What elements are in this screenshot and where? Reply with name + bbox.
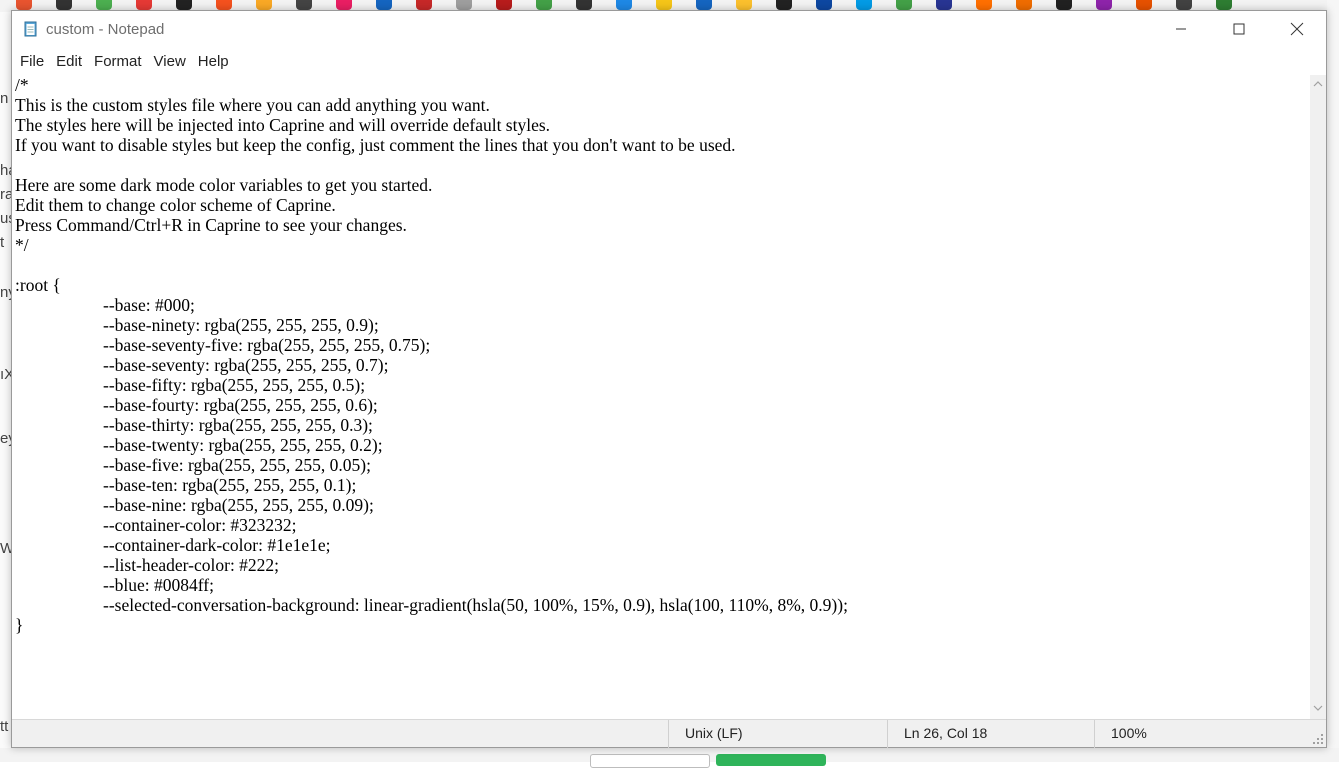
notepad-icon [24,21,37,37]
editor-line: */ [15,235,29,255]
menu-view[interactable]: View [150,53,190,70]
editor-line: --base-seventy: rgba(255, 255, 255, 0.7)… [103,355,389,375]
editor-line: Press Command/Ctrl+R in Caprine to see y… [15,215,407,235]
editor-line: --base-fifty: rgba(255, 255, 255, 0.5); [103,375,366,395]
menu-bar: File Edit Format View Help [12,49,1326,73]
editor-line: /* [15,75,29,95]
editor-line: --base-seventy-five: rgba(255, 255, 255,… [103,335,431,355]
taskbar-app-icon [416,0,432,10]
background-button [590,754,710,768]
editor-line: Here are some dark mode color variables … [15,175,433,195]
status-line-ending: Unix (LF) [668,720,888,748]
editor-line: --selected-conversation-background: line… [103,595,848,615]
taskbar-app-icon [856,0,872,10]
vertical-scrollbar[interactable] [1310,75,1326,719]
background-text-fragment: ha [0,162,11,179]
text-editor[interactable]: /* This is the custom styles file where y… [12,75,1310,719]
scroll-down-icon[interactable] [1313,703,1323,713]
editor-line: --list-header-color: #222; [103,555,280,575]
editor-line: --base: #000; [103,295,195,315]
menu-format[interactable]: Format [90,53,146,70]
status-zoom: 100% [1094,720,1294,748]
taskbar-app-icon [816,0,832,10]
background-green-button [716,754,826,766]
taskbar-app-icon [176,0,192,10]
close-button[interactable] [1268,11,1326,47]
window-title: custom - Notepad [46,21,165,38]
editor-line: --container-dark-color: #1e1e1e; [103,535,331,555]
background-window-right [1327,0,1339,762]
status-cursor-position: Ln 26, Col 18 [887,720,1095,748]
taskbar-app-icon [376,0,392,10]
taskbar-app-icon [496,0,512,10]
editor-line: This is the custom styles file where you… [15,95,490,115]
editor-line: --base-ninety: rgba(255, 255, 255, 0.9); [103,315,379,335]
editor-line: Edit them to change color scheme of Capr… [15,195,336,215]
minimize-button[interactable] [1152,11,1210,47]
minimize-icon [1176,28,1186,30]
close-icon [1290,22,1304,36]
background-text-fragment: ıX [0,366,11,383]
taskbar-app-icon [1216,0,1232,10]
editor-line: --base-nine: rgba(255, 255, 255, 0.09); [103,495,374,515]
menu-file[interactable]: File [16,53,48,70]
taskbar-app-icon [1136,0,1152,10]
maximize-icon [1233,23,1245,35]
taskbar-app-icon [96,0,112,10]
background-text-fragment: tt [0,718,9,735]
taskbar-app-icon [976,0,992,10]
scroll-up-icon[interactable] [1313,79,1323,89]
maximize-button[interactable] [1210,11,1268,47]
menu-edit[interactable]: Edit [52,53,86,70]
taskbar-app-icon [1056,0,1072,10]
editor-line: :root { [15,275,61,295]
resize-grip-icon[interactable] [1312,733,1324,745]
editor-line: --base-thirty: rgba(255, 255, 255, 0.3); [103,415,373,435]
background-text-fragment: n [0,90,9,107]
background-text-fragment: ra [0,186,11,203]
background-text-fragment: ey [0,430,11,447]
taskbar-app-icon [736,0,752,10]
background-text-fragment: W [0,540,11,557]
taskbar-app-icon [1096,0,1112,10]
taskbar-app-icon [296,0,312,10]
taskbar-app-icon [776,0,792,10]
editor-line: --base-twenty: rgba(255, 255, 255, 0.2); [103,435,383,455]
taskbar-app-icon [936,0,952,10]
taskbar-app-icon [16,0,32,10]
background-text-fragment: ny [0,284,11,301]
menu-help[interactable]: Help [194,53,233,70]
background-text-fragment: us [0,210,11,227]
taskbar-app-icon [256,0,272,10]
taskbar-app-icon [696,0,712,10]
editor-line: } [15,615,24,635]
taskbar-app-icon [576,0,592,10]
taskbar-app-icon [1016,0,1032,10]
notepad-window: custom - Notepad File Edit Format View H… [11,10,1327,748]
editor-line: If you want to disable styles but keep t… [15,135,736,155]
taskbar-app-icon [656,0,672,10]
taskbar-app-icon [136,0,152,10]
editor-line: --base-fourty: rgba(255, 255, 255, 0.6); [103,395,378,415]
editor-line: The styles here will be injected into Ca… [15,115,551,135]
title-bar[interactable]: custom - Notepad [12,11,1326,47]
editor-line: --base-ten: rgba(255, 255, 255, 0.1); [103,475,357,495]
taskbar-app-icon [536,0,552,10]
editor-line: --blue: #0084ff; [103,575,214,595]
status-bar: Unix (LF) Ln 26, Col 18 100% [12,719,1326,748]
editor-line: --container-color: #323232; [103,515,297,535]
taskbar-app-icon [896,0,912,10]
taskbar-app-icon [616,0,632,10]
taskbar-app-icon [336,0,352,10]
taskbar-app-icon [216,0,232,10]
editor-line: --base-five: rgba(255, 255, 255, 0.05); [103,455,371,475]
taskbar-app-icon [1176,0,1192,10]
taskbar-app-icon [456,0,472,10]
background-text-fragment: t [0,234,5,251]
taskbar-app-icon [56,0,72,10]
